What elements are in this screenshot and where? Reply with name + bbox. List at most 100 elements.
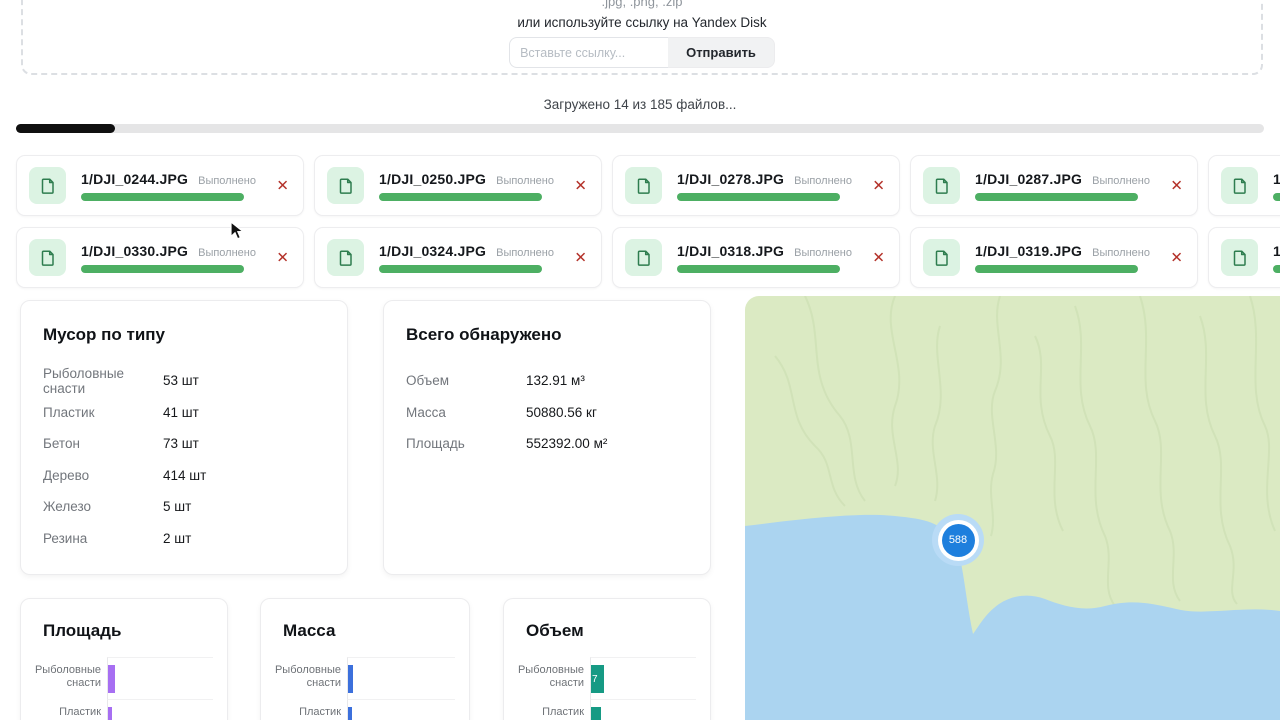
file-name: 1/DJI_0330.JPG xyxy=(81,243,188,259)
document-icon xyxy=(336,248,356,268)
stat-label: Объем xyxy=(406,373,526,388)
link-input[interactable] xyxy=(509,37,668,68)
remove-file-button[interactable]: ✕ xyxy=(1170,250,1183,265)
file-card-body: 1/DJI_0330.JPG Выполнено xyxy=(81,243,256,273)
stat-value: 41 шт xyxy=(163,405,199,420)
remove-file-button[interactable]: ✕ xyxy=(574,250,587,265)
volume-chart-card: Объем Рыболовные снасти 7 Пластик xyxy=(503,598,711,720)
stat-label: Бетон xyxy=(43,436,163,451)
file-name: 1/DJI_0244.JPG xyxy=(81,171,188,187)
file-progress-bar xyxy=(379,193,542,201)
chart-plot-area xyxy=(347,699,455,720)
file-name: 1/ xyxy=(1273,171,1280,187)
remove-file-button[interactable]: ✕ xyxy=(574,178,587,193)
file-name: 1/DJI_0287.JPG xyxy=(975,171,1082,187)
chart-plot-area xyxy=(590,699,696,720)
file-status: Выполнено xyxy=(198,247,256,259)
stat-label: Масса xyxy=(406,405,526,420)
stat-row: Резина 2 шт xyxy=(43,523,325,555)
document-icon xyxy=(634,176,654,196)
file-status: Выполнено xyxy=(1092,175,1150,187)
mouse-cursor-icon xyxy=(230,221,247,240)
file-icon-tile xyxy=(1221,239,1258,276)
file-icon-tile xyxy=(923,239,960,276)
chart-bar xyxy=(348,665,353,693)
stat-label: Железо xyxy=(43,499,163,514)
chart-row: Пластик xyxy=(33,699,213,720)
file-status: Выполнено xyxy=(794,175,852,187)
chart-plot-area: 7 xyxy=(590,657,696,699)
chart-plot-area xyxy=(107,699,213,720)
chart-row: Рыболовные снасти xyxy=(273,657,455,699)
chart-bar xyxy=(348,707,352,720)
file-icon-tile xyxy=(1221,167,1258,204)
overall-progress-fill xyxy=(16,124,115,133)
stat-label: Площадь xyxy=(406,436,526,451)
file-name: 1/DJI_0318.JPG xyxy=(677,243,784,259)
file-upload-card: 1/DJI_0324.JPG Выполнено ✕ xyxy=(314,227,602,288)
file-icon-tile xyxy=(29,239,66,276)
file-cards-row-2: 1/DJI_0330.JPG Выполнено ✕ 1/DJI_0324.JP… xyxy=(16,227,1280,288)
stat-row: Площадь 552392.00 м² xyxy=(406,428,688,460)
remove-file-button[interactable]: ✕ xyxy=(276,250,289,265)
file-progress-bar xyxy=(677,265,840,273)
document-icon xyxy=(1230,176,1250,196)
mass-chart-card: Масса Рыболовные снасти Пластик xyxy=(260,598,470,720)
file-upload-card: 1/DJI_0250.JPG Выполнено ✕ xyxy=(314,155,602,216)
chart-category-label: Рыболовные снасти xyxy=(516,657,584,699)
submit-link-button[interactable]: Отправить xyxy=(668,37,775,68)
volume-chart-title: Объем xyxy=(526,621,696,641)
document-icon xyxy=(932,176,952,196)
file-upload-card: 1/DJI_0244.JPG Выполнено ✕ xyxy=(16,155,304,216)
stat-label: Резина xyxy=(43,531,163,546)
file-card-body: 1/DJI_0287.JPG Выполнено xyxy=(975,171,1150,201)
area-chart-card: Площадь Рыболовные снасти Пластик xyxy=(20,598,228,720)
file-upload-card: 1/ ✕ xyxy=(1208,155,1280,216)
remove-file-button[interactable]: ✕ xyxy=(276,178,289,193)
file-card-body: 1/DJI_0324.JPG Выполнено xyxy=(379,243,554,273)
chart-bar xyxy=(108,665,115,693)
stat-row: Дерево 414 шт xyxy=(43,460,325,492)
stat-row: Бетон 73 шт xyxy=(43,428,325,460)
file-status: Выполнено xyxy=(496,175,554,187)
chart-row: Рыболовные снасти xyxy=(33,657,213,699)
overall-progress-bar xyxy=(16,124,1264,133)
file-status: Выполнено xyxy=(1092,247,1150,259)
file-upload-card: 1/DJI_0278.JPG Выполнено ✕ xyxy=(612,155,900,216)
file-upload-card: 1/DJI_0318.JPG Выполнено ✕ xyxy=(612,227,900,288)
upload-dropzone[interactable]: .jpg, .png, .zip или используйте ссылку … xyxy=(21,0,1263,75)
remove-file-button[interactable]: ✕ xyxy=(1170,178,1183,193)
volume-chart-rows: Рыболовные снасти 7 Пластик xyxy=(516,657,696,720)
file-icon-tile xyxy=(327,167,364,204)
stat-row: Рыболовные снасти 53 шт xyxy=(43,365,325,397)
chart-category-label: Рыболовные снасти xyxy=(33,657,101,699)
mass-chart-rows: Рыболовные снасти Пластик xyxy=(273,657,455,720)
chart-category-label: Рыболовные снасти xyxy=(273,657,341,699)
file-card-body: 1/DJI_0278.JPG Выполнено xyxy=(677,171,852,201)
remove-file-button[interactable]: ✕ xyxy=(872,178,885,193)
file-status: Выполнено xyxy=(794,247,852,259)
file-card-body: 1/DJI_0319.JPG Выполнено xyxy=(975,243,1150,273)
file-status: Выполнено xyxy=(496,247,554,259)
stat-value: 132.91 м³ xyxy=(526,373,585,388)
totals-card: Всего обнаружено Объем 132.91 м³ Масса 5… xyxy=(383,300,711,575)
chart-row: Пластик xyxy=(273,699,455,720)
upload-status-text: Загружено 14 из 185 файлов... xyxy=(0,97,1280,112)
file-name: 1/DJI_0324.JPG xyxy=(379,243,486,259)
file-progress-bar xyxy=(1273,265,1280,273)
trash-by-type-list: Рыболовные снасти 53 шт Пластик 41 шт Бе… xyxy=(43,365,325,554)
file-progress-bar xyxy=(975,265,1138,273)
totals-list: Объем 132.91 м³ Масса 50880.56 кг Площад… xyxy=(406,365,688,460)
stat-value: 50880.56 кг xyxy=(526,405,597,420)
stat-label: Дерево xyxy=(43,468,163,483)
chart-plot-area xyxy=(347,657,455,699)
map-cluster-marker[interactable]: 588 xyxy=(932,514,984,566)
stat-row: Железо 5 шт xyxy=(43,491,325,523)
document-icon xyxy=(932,248,952,268)
map[interactable] xyxy=(745,296,1280,720)
mass-chart-title: Масса xyxy=(283,621,455,641)
remove-file-button[interactable]: ✕ xyxy=(872,250,885,265)
file-icon-tile xyxy=(625,239,662,276)
stat-value: 552392.00 м² xyxy=(526,436,607,451)
chart-row: Рыболовные снасти 7 xyxy=(516,657,696,699)
